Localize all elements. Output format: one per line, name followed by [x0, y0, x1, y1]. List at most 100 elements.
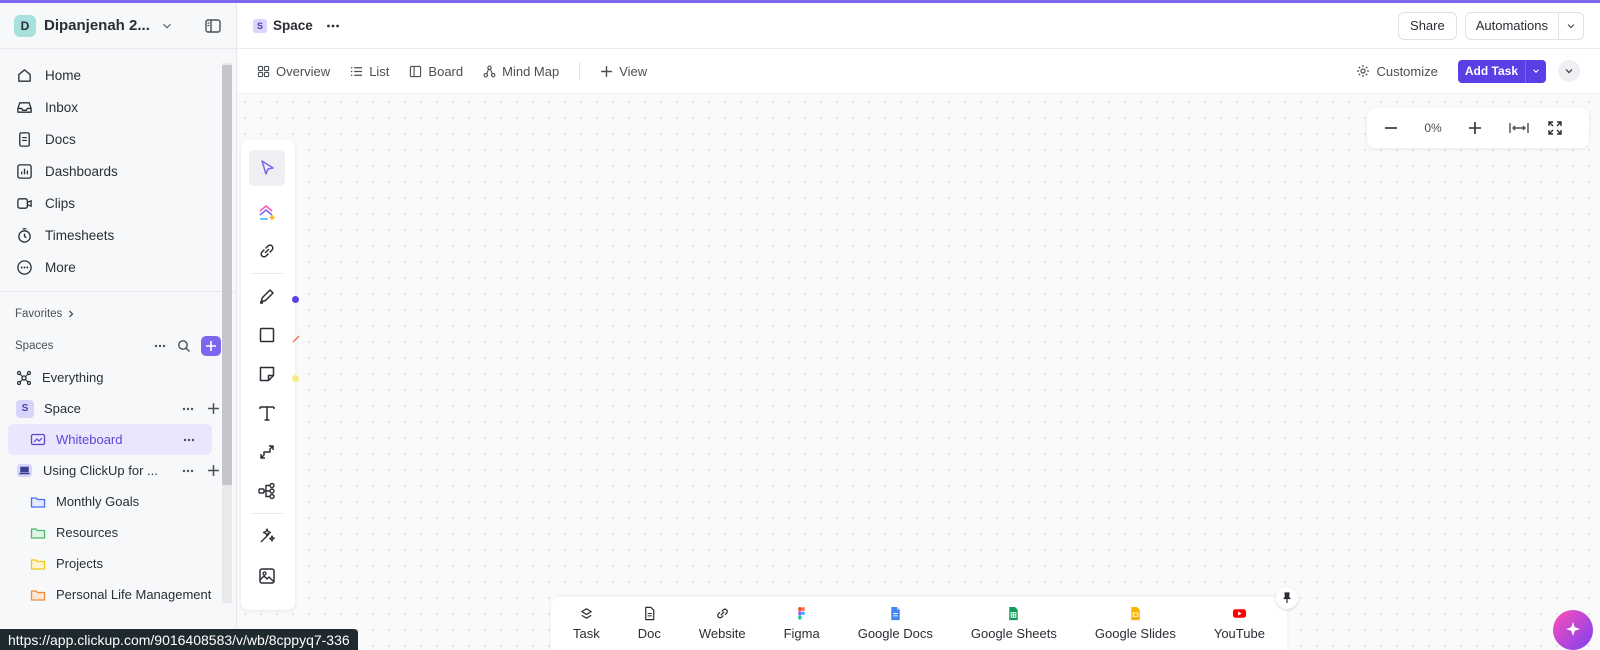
tab-list[interactable]: List: [350, 64, 389, 79]
ai-magic-tool[interactable]: [249, 518, 285, 554]
image-tool[interactable]: [249, 558, 285, 594]
text-tool[interactable]: [249, 395, 285, 431]
link-tool[interactable]: [249, 233, 285, 269]
breadcrumb-space-avatar: S: [253, 18, 267, 33]
add-view-button[interactable]: View: [600, 64, 647, 79]
tree-item-whiteboard[interactable]: Whiteboard: [8, 424, 212, 455]
add-space-button[interactable]: [201, 336, 221, 356]
nav-home[interactable]: Home: [0, 59, 236, 91]
breadcrumb-space[interactable]: Space: [273, 18, 313, 33]
docs-icon: [19, 131, 30, 147]
tree-item-monthly-goals[interactable]: Monthly Goals: [0, 486, 236, 517]
pen-tool[interactable]: [249, 278, 285, 314]
plus-icon[interactable]: [207, 402, 220, 415]
automations-button[interactable]: Automations: [1464, 11, 1584, 40]
nav-label: Home: [45, 67, 82, 83]
minus-icon: [1385, 127, 1397, 129]
nav-label: More: [45, 259, 76, 275]
workspace-switcher[interactable]: D Dipanjenah 2...: [0, 3, 236, 49]
ellipsis-icon[interactable]: [153, 339, 167, 353]
plus-icon: [1469, 122, 1481, 134]
embed-google-docs[interactable]: Google Docs: [850, 606, 941, 641]
workspace-avatar: D: [14, 14, 36, 37]
ellipsis-icon[interactable]: [181, 402, 195, 416]
fullscreen-button[interactable]: [1543, 116, 1567, 140]
search-icon[interactable]: [177, 339, 191, 353]
embed-figma[interactable]: Figma: [776, 606, 828, 641]
tree-item-projects[interactable]: Projects: [0, 548, 236, 579]
nav-timesheets[interactable]: Timesheets: [0, 219, 236, 251]
tree-item-personal-life[interactable]: Personal Life Management: [0, 579, 236, 610]
sticky-note-tool[interactable]: [249, 356, 285, 392]
ai-assistant-button[interactable]: [1553, 610, 1593, 650]
embed-google-slides[interactable]: Google Slides: [1087, 606, 1184, 641]
mind-map-icon: [483, 65, 496, 77]
connector-tool[interactable]: [249, 434, 285, 470]
customize-button[interactable]: Customize: [1356, 64, 1438, 79]
nav-more[interactable]: More: [0, 251, 236, 283]
whiteboard-canvas[interactable]: [237, 94, 1600, 650]
nav-clips[interactable]: Clips: [0, 187, 236, 219]
tree-item-using-clickup[interactable]: Using ClickUp for ...: [0, 455, 236, 486]
tree-item-space[interactable]: S Space: [0, 393, 236, 424]
divider: [0, 291, 236, 292]
embed-label: Google Sheets: [970, 626, 1057, 641]
add-task-button[interactable]: Add Task: [1457, 59, 1546, 83]
add-task-dropdown[interactable]: [1525, 59, 1546, 83]
zoom-in-button[interactable]: [1463, 116, 1487, 140]
embed-google-sheets[interactable]: Google Sheets: [963, 606, 1065, 641]
ellipsis-icon[interactable]: [182, 433, 196, 447]
fit-width-button[interactable]: [1507, 116, 1531, 140]
task-icon: [581, 608, 592, 619]
pin-icon: [1283, 592, 1291, 603]
collapse-header-button[interactable]: [1558, 60, 1580, 82]
tree-item-resources[interactable]: Resources: [0, 517, 236, 548]
zoom-level[interactable]: 0%: [1403, 121, 1463, 135]
pin-embed-bar-button[interactable]: [1276, 587, 1298, 609]
automations-dropdown[interactable]: [1558, 12, 1583, 39]
spaces-label: Spaces: [15, 340, 54, 352]
select-tool[interactable]: [249, 150, 285, 186]
ellipsis-icon[interactable]: [325, 18, 341, 34]
tab-overview[interactable]: Overview: [257, 64, 330, 79]
folder-icon: [30, 527, 46, 539]
inbox-icon: [17, 101, 32, 113]
space-avatar: S: [16, 399, 34, 418]
chevron-down-icon: [1565, 69, 1573, 74]
shape-color-indicator: [292, 335, 300, 343]
embed-doc[interactable]: Doc: [630, 606, 669, 641]
nav-docs[interactable]: Docs: [0, 123, 236, 155]
mind-map-tool[interactable]: [249, 473, 285, 509]
sidebar-collapse-icon[interactable]: [204, 17, 222, 35]
embed-task[interactable]: Task: [565, 606, 608, 641]
more-icon: [17, 259, 32, 275]
share-button[interactable]: Share: [1398, 11, 1457, 40]
embed-label: Task: [573, 626, 600, 641]
tab-board[interactable]: Board: [409, 64, 463, 79]
sidebar-scrollbar-thumb[interactable]: [222, 65, 232, 485]
everything-icon: [16, 370, 32, 385]
sparkle-icon: [1566, 622, 1580, 636]
ellipsis-icon[interactable]: [181, 464, 195, 478]
folder-icon: [30, 558, 46, 570]
embed-label: Website: [698, 626, 746, 641]
zoom-out-button[interactable]: [1379, 116, 1403, 140]
fit-width-icon: [1509, 123, 1529, 133]
embed-label: Google Slides: [1094, 626, 1176, 641]
plus-icon[interactable]: [207, 464, 220, 477]
nav-dashboards[interactable]: Dashboards: [0, 155, 236, 187]
tree-item-everything[interactable]: Everything: [0, 362, 236, 393]
shape-tool[interactable]: [249, 317, 285, 353]
nav-inbox[interactable]: Inbox: [0, 91, 236, 123]
ai-generate-tool[interactable]: [249, 194, 285, 230]
embed-label: YouTube: [1213, 626, 1265, 641]
favorites-header[interactable]: Favorites: [0, 298, 236, 330]
embed-website[interactable]: Website: [691, 606, 754, 641]
tab-mind-map[interactable]: Mind Map: [483, 64, 559, 79]
pen-icon: [260, 289, 274, 304]
embed-youtube[interactable]: YouTube: [1206, 606, 1273, 641]
pointer-icon: [261, 160, 274, 175]
chevron-down-icon: [1533, 69, 1539, 74]
tab-label: Overview: [276, 63, 331, 79]
favorites-label: Favorites: [15, 308, 63, 320]
